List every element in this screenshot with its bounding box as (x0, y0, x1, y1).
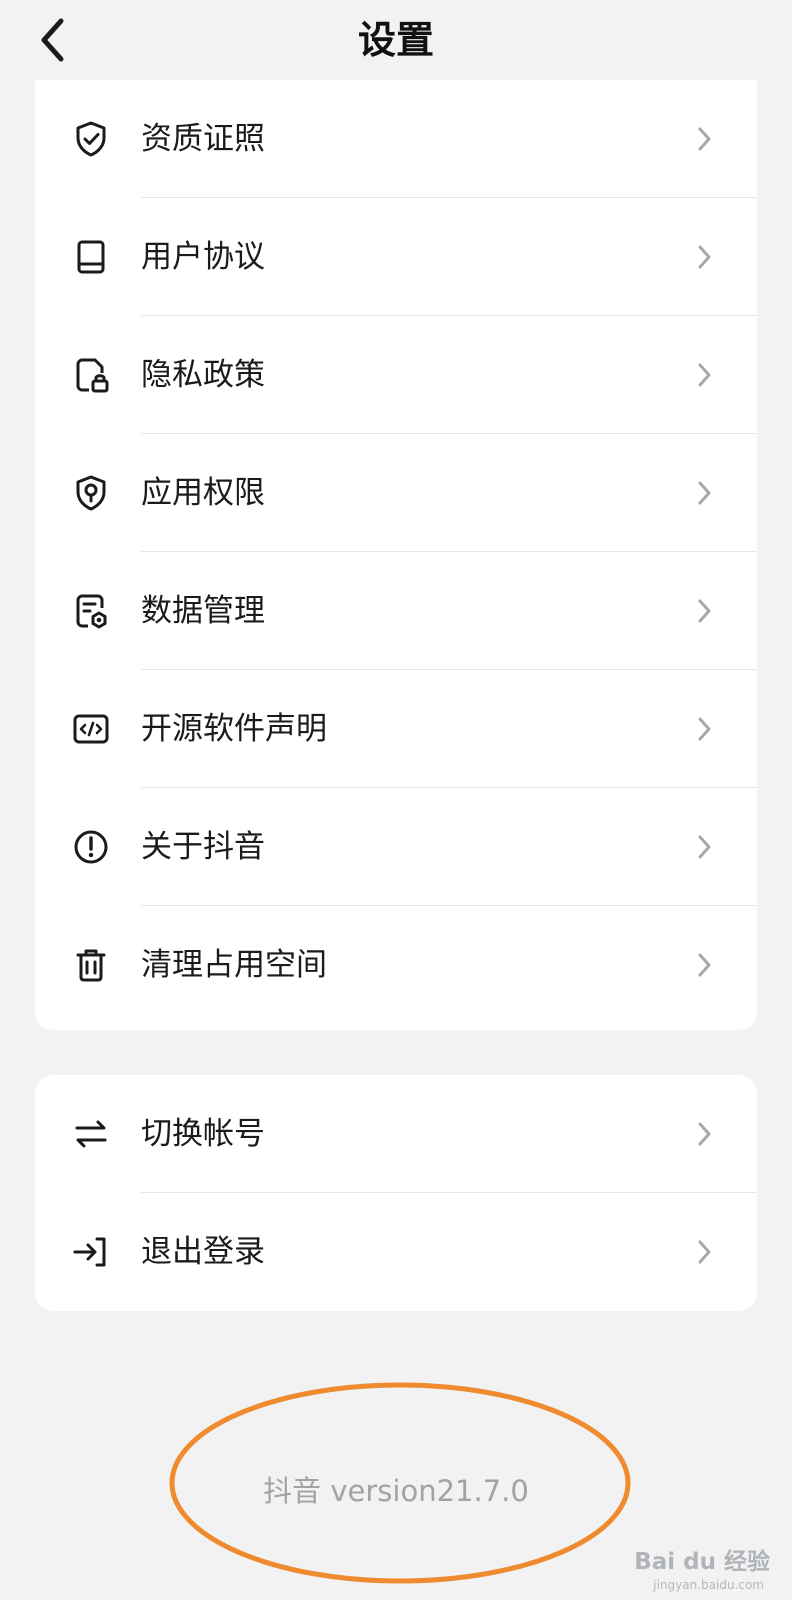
settings-item-label: 开源软件声明 (141, 711, 327, 747)
document-lock-icon (71, 355, 111, 395)
baidu-jingyan-watermark: Bai du 经验 (634, 1549, 770, 1575)
settings-item-user-agreement[interactable]: 用户协议 (35, 198, 757, 316)
settings-item-data-management[interactable]: 数据管理 (35, 552, 757, 670)
shield-check-icon (71, 119, 111, 159)
data-gear-icon (71, 591, 111, 631)
swap-arrows-icon (71, 1114, 111, 1154)
chevron-right-icon (689, 124, 719, 154)
settings-item-label: 用户协议 (141, 239, 265, 275)
settings-item-label: 清理占用空间 (141, 947, 327, 983)
settings-item-clear-storage[interactable]: 清理占用空间 (35, 906, 757, 1024)
settings-item-label: 隐私政策 (141, 357, 265, 393)
page-title: 设置 (357, 18, 434, 62)
account-item-label: 切换帐号 (141, 1116, 265, 1152)
account-item-label: 退出登录 (141, 1234, 265, 1270)
settings-list-card: 资质证照 用户协议 隐私政策 应用权限 数据管理 开源软件声明 关于抖音 清理占… (35, 80, 757, 1030)
chevron-right-icon (689, 832, 719, 862)
settings-item-label: 关于抖音 (141, 829, 265, 865)
chevron-right-icon (689, 1237, 719, 1267)
info-circle-icon (71, 827, 111, 867)
baidu-jingyan-url: jingyan.baidu.com (653, 1578, 764, 1592)
top-navigation-bar: 设置 (0, 0, 792, 92)
trash-icon (71, 945, 111, 985)
logout-arrow-icon (71, 1232, 111, 1272)
chevron-right-icon (689, 714, 719, 744)
account-item-logout[interactable]: 退出登录 (35, 1193, 757, 1311)
settings-item-app-permissions[interactable]: 应用权限 (35, 434, 757, 552)
chevron-right-icon (689, 596, 719, 626)
account-item-switch-account[interactable]: 切换帐号 (35, 1075, 757, 1193)
settings-item-open-source[interactable]: 开源软件声明 (35, 670, 757, 788)
chevron-right-icon (689, 1119, 719, 1149)
chevron-right-icon (689, 242, 719, 272)
shield-keyhole-icon (71, 473, 111, 513)
book-icon (71, 237, 111, 277)
app-version-text: 抖音 version21.7.0 (263, 1474, 529, 1508)
code-window-icon (71, 709, 111, 749)
settings-item-label: 资质证照 (141, 121, 265, 157)
settings-item-label: 数据管理 (141, 593, 265, 629)
chevron-right-icon (689, 950, 719, 980)
settings-item-privacy-policy[interactable]: 隐私政策 (35, 316, 757, 434)
settings-item-qualification[interactable]: 资质证照 (35, 80, 757, 198)
settings-item-label: 应用权限 (141, 475, 265, 511)
chevron-right-icon (689, 478, 719, 508)
account-actions-card: 切换帐号 退出登录 (35, 1075, 757, 1311)
chevron-right-icon (689, 360, 719, 390)
settings-item-about-douyin[interactable]: 关于抖音 (35, 788, 757, 906)
